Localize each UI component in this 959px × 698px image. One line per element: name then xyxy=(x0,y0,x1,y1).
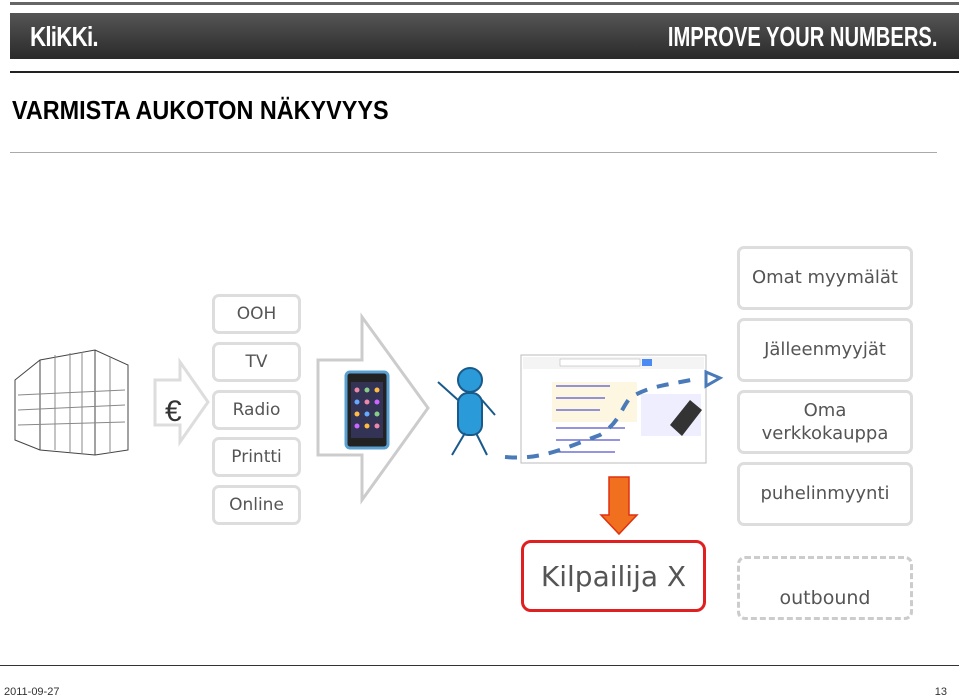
channel-omat-myymalat: Omat myymälät xyxy=(737,246,913,310)
title-rule xyxy=(10,152,937,153)
outbound-box: outbound xyxy=(737,556,913,620)
channel-jalleenmyyjat: Jälleenmyyjät xyxy=(737,318,913,382)
klikki-logo: KliKKi. xyxy=(30,21,99,52)
media-ooh: OOH xyxy=(212,294,301,334)
euro-icon: € xyxy=(165,395,182,428)
phone-icon xyxy=(344,370,390,450)
slogan: IMPROVE YOUR NUMBERS. xyxy=(667,21,937,52)
competitor-box: Kilpailija X xyxy=(521,540,706,612)
slide-title: VARMISTA AUKOTON NÄKYVYYS xyxy=(12,95,389,125)
person-icon xyxy=(437,367,496,456)
media-printti: Printti xyxy=(212,437,301,477)
page-number: 13 xyxy=(934,686,947,698)
top-rule xyxy=(10,2,959,5)
media-online: Online xyxy=(212,485,301,525)
channel-oma-verkkokauppa: Oma verkkokauppa xyxy=(737,390,913,454)
footer-date: 2011-09-27 xyxy=(4,686,60,698)
media-tv: TV xyxy=(212,342,301,382)
media-radio: Radio xyxy=(212,390,301,430)
search-results-screenshot xyxy=(520,354,707,464)
dashed-arrow-head-icon xyxy=(704,369,724,389)
header-rule xyxy=(10,71,959,73)
arrow-down-icon xyxy=(599,476,639,536)
footer-rule xyxy=(0,665,959,666)
header-banner: KliKKi. IMPROVE YOUR NUMBERS. xyxy=(10,13,959,59)
channel-puhelinmyynti: puhelinmyynti xyxy=(737,462,913,526)
building-icon xyxy=(14,349,129,456)
